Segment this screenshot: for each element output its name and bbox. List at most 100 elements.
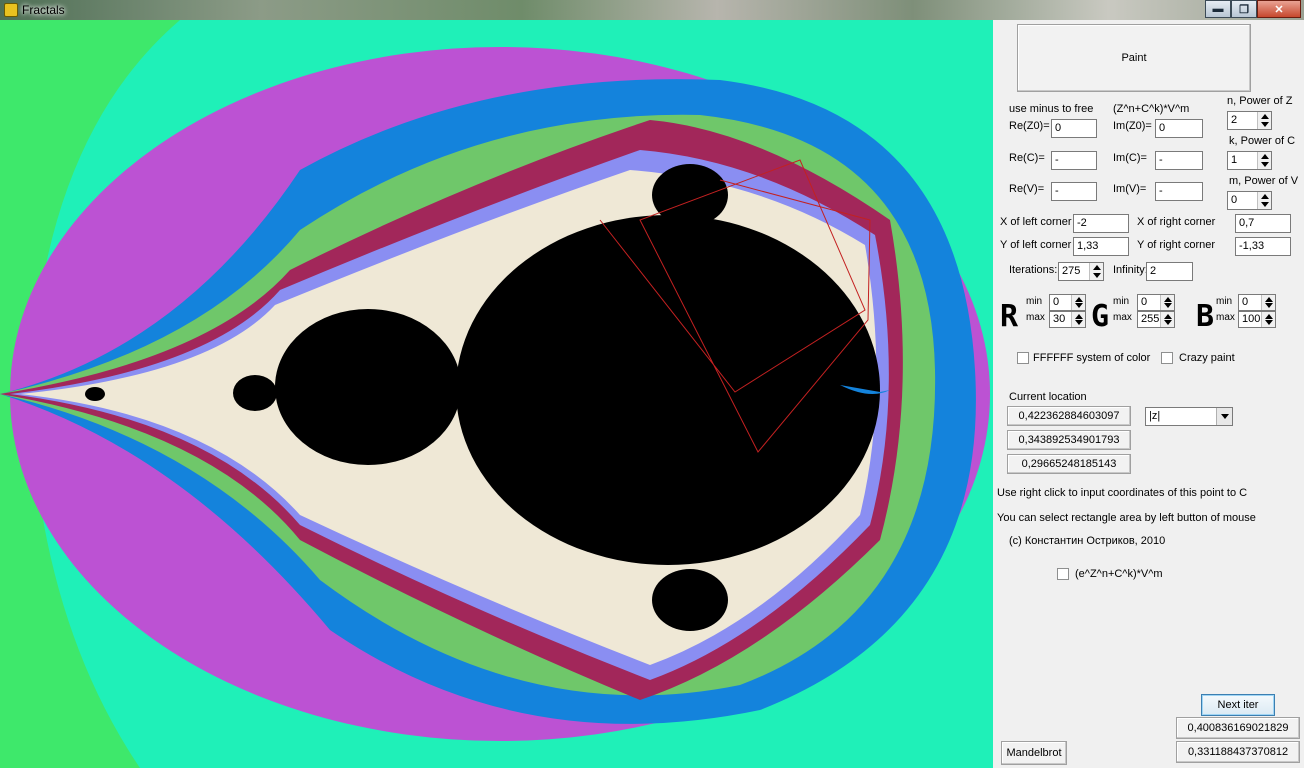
spinner-arrows[interactable]: [1160, 312, 1174, 327]
infinity-label: Infinity:: [1113, 264, 1148, 276]
restore-icon: ❐: [1239, 3, 1249, 16]
restore-button[interactable]: ❐: [1231, 0, 1257, 18]
norm-select[interactable]: |z|: [1145, 407, 1233, 426]
re-z0-label: Re(Z0)=: [1009, 120, 1050, 132]
minibrot: [85, 387, 105, 401]
re-c-input[interactable]: -: [1051, 151, 1097, 170]
spinner-arrows[interactable]: [1071, 295, 1085, 310]
chevron-down-icon[interactable]: [1216, 408, 1232, 425]
iterations-spinner[interactable]: 275: [1058, 262, 1104, 281]
g-min-label: min: [1113, 296, 1130, 307]
close-icon: ✕: [1274, 3, 1284, 16]
hint-free: use minus to free: [1009, 103, 1094, 115]
power-c-spinner[interactable]: 1: [1227, 151, 1272, 170]
small-bulb: [233, 375, 277, 411]
window-title: Fractals: [22, 3, 65, 17]
b-min-value: 0: [1242, 296, 1249, 308]
exp-checkbox[interactable]: [1057, 568, 1069, 580]
spinner-arrows[interactable]: [1257, 112, 1271, 129]
title-bar: Fractals ▬ ❐ ✕: [0, 0, 1304, 20]
crazy-paint-checkbox[interactable]: [1161, 352, 1173, 364]
g-letter: G: [1091, 299, 1110, 334]
b-max-spinner[interactable]: 100: [1238, 311, 1276, 328]
re-v-label: Re(V)=: [1009, 183, 1045, 195]
r-letter: R: [1000, 299, 1019, 334]
y-right-input[interactable]: -1,33: [1235, 237, 1291, 256]
b-max-value: 100: [1242, 313, 1261, 325]
re-z0-input[interactable]: 0: [1051, 119, 1097, 138]
b-min-spinner[interactable]: 0: [1238, 294, 1276, 311]
spinner-arrows[interactable]: [1071, 312, 1085, 327]
re-v-input[interactable]: -: [1051, 182, 1097, 201]
power-v-spinner[interactable]: 0: [1227, 191, 1272, 210]
location-value-2: 0,343892534901793: [1018, 434, 1120, 446]
location-value-1: 0,422362884603097: [1018, 410, 1120, 422]
next-value-button-2[interactable]: 0,331188437370812: [1176, 741, 1300, 763]
hint-right-click: Use right click to input coordinates of …: [997, 487, 1248, 499]
im-v-input[interactable]: -: [1155, 182, 1203, 201]
spinner-arrows[interactable]: [1257, 152, 1271, 169]
r-max-value: 30: [1053, 313, 1066, 325]
mandelbrot-button[interactable]: Mandelbrot: [1001, 741, 1067, 765]
next-value-button-1[interactable]: 0,400836169021829: [1176, 717, 1300, 739]
power-v-value: 0: [1231, 194, 1238, 206]
x-left-input[interactable]: -2: [1073, 214, 1129, 233]
power-z-label: n, Power of Z: [1227, 95, 1293, 107]
ffffff-label: FFFFFF system of color: [1033, 352, 1151, 364]
location-button-2[interactable]: 0,343892534901793: [1007, 430, 1131, 450]
power-c-value: 1: [1231, 154, 1238, 166]
spinner-arrows[interactable]: [1089, 263, 1103, 280]
im-z0-input[interactable]: 0: [1155, 119, 1203, 138]
location-button-1[interactable]: 0,422362884603097: [1007, 406, 1131, 426]
power-v-label: m, Power of V: [1229, 175, 1299, 187]
spinner-arrows[interactable]: [1261, 312, 1275, 327]
power-z-spinner[interactable]: 2: [1227, 111, 1272, 130]
window-controls: ▬ ❐ ✕: [1205, 0, 1301, 18]
x-right-input[interactable]: 0,7: [1235, 214, 1291, 233]
next-value-1: 0,400836169021829: [1187, 722, 1289, 734]
r-max-label: max: [1026, 312, 1045, 323]
next-iter-label: Next iter: [1217, 699, 1259, 711]
iterations-label: Iterations:: [1009, 264, 1058, 276]
g-max-spinner[interactable]: 255: [1137, 311, 1175, 328]
norm-select-value: |z|: [1149, 410, 1161, 422]
hint-select: You can select rectangle area by left bu…: [997, 512, 1256, 524]
mandelbrot-label: Mandelbrot: [1006, 747, 1062, 759]
g-min-spinner[interactable]: 0: [1137, 294, 1175, 311]
next-value-2: 0,331188437370812: [1187, 746, 1289, 758]
r-min-value: 0: [1053, 296, 1060, 308]
period2-bulb: [275, 309, 461, 465]
re-c-label: Re(C)=: [1009, 152, 1045, 164]
paint-button[interactable]: Paint: [1017, 24, 1251, 92]
im-c-input[interactable]: -: [1155, 151, 1203, 170]
fractal-canvas[interactable]: [0, 20, 993, 768]
close-button[interactable]: ✕: [1257, 0, 1301, 18]
top-bulb: [652, 164, 728, 226]
bottom-bulb: [652, 569, 728, 631]
minimize-icon: ▬: [1212, 3, 1224, 15]
spinner-arrows[interactable]: [1261, 295, 1275, 310]
r-max-spinner[interactable]: 30: [1049, 311, 1086, 328]
r-min-spinner[interactable]: 0: [1049, 294, 1086, 311]
im-c-label: Im(C)=: [1113, 152, 1147, 164]
next-iter-button[interactable]: Next iter: [1201, 694, 1275, 716]
control-panel: Paint use minus to free (Z^n+C^k)*V^m n,…: [993, 20, 1304, 768]
minimize-button[interactable]: ▬: [1205, 0, 1231, 18]
paint-label: Paint: [1121, 52, 1147, 64]
crazy-paint-label: Crazy paint: [1179, 352, 1235, 364]
g-min-value: 0: [1141, 296, 1148, 308]
y-left-input[interactable]: 1,33: [1073, 237, 1129, 256]
spinner-arrows[interactable]: [1160, 295, 1174, 310]
copyright: (c) Константин Остриков, 2010: [1009, 535, 1166, 547]
b-letter: B: [1196, 299, 1215, 334]
b-max-label: max: [1216, 312, 1235, 323]
app-icon: [4, 3, 18, 17]
location-button-3[interactable]: 0,29665248185143: [1007, 454, 1131, 474]
r-min-label: min: [1026, 296, 1043, 307]
ffffff-checkbox[interactable]: [1017, 352, 1029, 364]
spinner-arrows[interactable]: [1257, 192, 1271, 209]
im-z0-label: Im(Z0)=: [1113, 120, 1152, 132]
exp-label: (e^Z^n+C^k)*V^m: [1075, 568, 1163, 580]
power-c-label: k, Power of C: [1229, 135, 1296, 147]
infinity-input[interactable]: 2: [1146, 262, 1193, 281]
